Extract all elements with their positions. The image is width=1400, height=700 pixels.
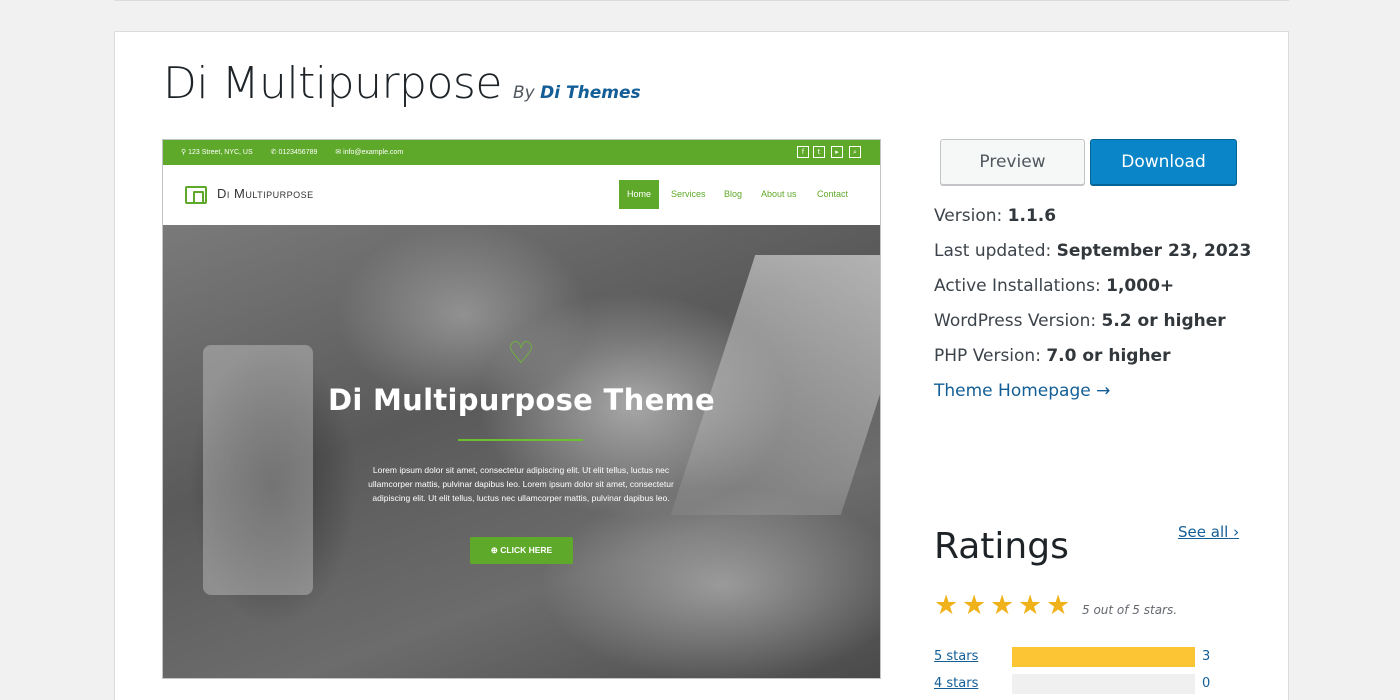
see-all-ratings-link[interactable]: See all ›: [1178, 523, 1239, 541]
theme-card: Di Multipurpose By Di Themes ⚲ 123 Stree…: [114, 31, 1289, 700]
hero-divider: [458, 439, 583, 441]
theme-homepage-link[interactable]: Theme Homepage →: [934, 381, 1110, 401]
php-version-row: PHP Version: 7.0 or higher: [934, 346, 1171, 366]
title-row: Di Multipurpose By Di Themes: [163, 58, 641, 109]
screenshot-nav: Di Multipurpose Home Services Blog About…: [163, 165, 880, 225]
screenshot-nav-about: About us: [761, 189, 797, 199]
chevron-right-icon: ›: [1233, 523, 1240, 541]
by-prefix: By: [513, 83, 535, 103]
topbar-contact-info: ⚲ 123 Street, NYC, US ✆ 0123456789 ✉ inf…: [181, 148, 419, 156]
hero-text: Lorem ipsum dolor sit amet, consectetur …: [368, 465, 674, 503]
php-version-value: 7.0 or higher: [1046, 346, 1171, 366]
twitter-icon: t: [813, 146, 825, 158]
screenshot-topbar: ⚲ 123 Street, NYC, US ✆ 0123456789 ✉ inf…: [163, 140, 880, 165]
wordpress-version-value: 5.2 or higher: [1101, 311, 1226, 331]
download-button[interactable]: Download: [1090, 139, 1237, 185]
rating-4-stars-count: 0: [1202, 676, 1211, 691]
heart-icon: ♡: [507, 336, 535, 371]
screenshot-hero: ♡ Di Multipurpose Theme Lorem ipsum dolo…: [163, 225, 880, 678]
rating-4-stars-link[interactable]: 4 stars: [934, 676, 978, 691]
author-link[interactable]: Di Themes: [540, 83, 640, 103]
address-text: ⚲ 123 Street, NYC, US: [181, 149, 253, 156]
star-icon: ★: [934, 590, 959, 621]
devices-icon: [185, 186, 207, 204]
ratings-heading: Ratings: [934, 526, 1069, 567]
facebook-icon: f: [797, 146, 809, 158]
rating-5-stars-fill: [1012, 647, 1195, 667]
screenshot-nav-home: Home: [619, 180, 660, 209]
screenshot-nav-services: Services: [671, 189, 706, 199]
screenshot-nav-blog: Blog: [724, 189, 743, 199]
phone-text: ✆ 0123456789: [270, 149, 318, 156]
active-installations-row: Active Installations: 1,000+: [934, 276, 1175, 296]
top-divider: [114, 0, 1289, 1]
active-installations-value: 1,000+: [1106, 276, 1175, 296]
star-icon: ★: [990, 590, 1015, 621]
last-updated-value: September 23, 2023: [1056, 241, 1252, 261]
search-icon: ⌕: [849, 146, 861, 158]
screenshot-nav-contact: Contact: [817, 189, 849, 199]
version-value: 1.1.6: [1007, 206, 1057, 226]
version-row: Version: 1.1.6: [934, 206, 1057, 226]
rating-4-stars-bar: [1012, 674, 1195, 694]
theme-screenshot: ⚲ 123 Street, NYC, US ✆ 0123456789 ✉ inf…: [162, 139, 881, 679]
theme-title: Di Multipurpose: [163, 58, 502, 109]
star-icon: ★: [1046, 590, 1071, 621]
stars-summary: 5 out of 5 stars.: [1082, 603, 1178, 617]
star-rating: ★ ★ ★ ★ ★: [934, 590, 1074, 621]
theme-byline: By Di Themes: [513, 83, 641, 103]
rating-5-stars-count: 3: [1202, 649, 1211, 664]
screenshot-logo-text: Di Multipurpose: [217, 186, 314, 201]
star-icon: ★: [962, 590, 987, 621]
star-icon: ★: [1018, 590, 1043, 621]
hero-button: ⊕ CLICK HERE: [470, 537, 573, 564]
email-text: ✉ info@example.com: [335, 149, 404, 156]
youtube-icon: ▸: [831, 146, 843, 158]
rating-5-stars-bar: [1012, 647, 1195, 667]
rating-5-stars-link[interactable]: 5 stars: [934, 649, 978, 664]
last-updated-row: Last updated: September 23, 2023: [934, 241, 1252, 261]
preview-button[interactable]: Preview: [940, 139, 1085, 185]
theme-homepage-row: Theme Homepage →: [934, 381, 1294, 401]
hero-title: Di Multipurpose Theme: [327, 383, 716, 417]
wordpress-version-row: WordPress Version: 5.2 or higher: [934, 311, 1226, 331]
